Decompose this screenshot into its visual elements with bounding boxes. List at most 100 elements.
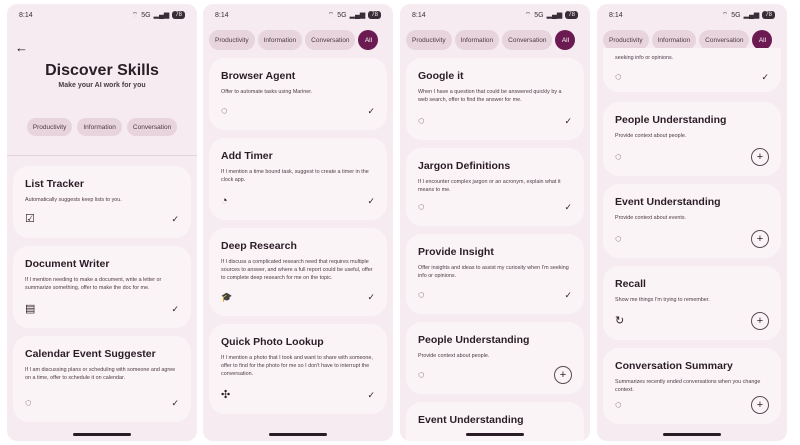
phone-screen-discover: 8:14 ⌔ 5G ▂▄▆ 78 ← Discover Skills Make … [7, 4, 197, 441]
chip-productivity[interactable]: Productivity [26, 118, 73, 136]
skill-card-add-timer[interactable]: Add Timer If I mention a time bound task… [209, 138, 387, 220]
chip-conversation[interactable]: Conversation [126, 118, 178, 136]
status-bar: 8:14 ⌔ 5G ▂▄▆ 78 [7, 4, 197, 26]
skill-card-event-understanding[interactable]: Event Understanding Provide context abou… [603, 184, 781, 258]
skill-card-people-understanding[interactable]: People Understanding Provide context abo… [603, 102, 781, 176]
assistant-icon: ◌ [615, 232, 622, 245]
chip-information[interactable]: Information [257, 30, 303, 50]
network-label: 5G [534, 11, 544, 19]
status-bar: 8:14 ⌔ 5G ▂▄▆ 78 [203, 4, 393, 26]
wifi-icon: ⌔ [721, 11, 729, 19]
skill-title: Quick Photo Lookup [221, 336, 324, 348]
skill-title: Conversation Summary [615, 360, 733, 372]
skill-card-conversation-summary[interactable]: Conversation Summary Summarizes recently… [603, 348, 781, 424]
chip-all[interactable]: All [555, 30, 576, 50]
skill-card-browser-agent[interactable]: Browser Agent Offer to automate tasks us… [209, 58, 387, 130]
network-label: 5G [731, 11, 741, 19]
add-icon[interactable]: + [751, 312, 769, 330]
skill-description: Provide context about people. [418, 353, 490, 359]
filter-chips: Productivity Information Conversation Al… [406, 29, 584, 51]
filter-chips: Productivity Information Conversation [7, 118, 197, 136]
skill-description: If I mention needing to make a document,… [25, 277, 162, 291]
home-indicator [73, 433, 131, 436]
chip-information[interactable]: Information [454, 30, 500, 50]
skill-card-calendar-event-suggester[interactable]: Calendar Event Suggester If I am discuss… [13, 336, 191, 422]
network-label: 5G [141, 11, 151, 19]
status-bar: 8:14 ⌔ 5G ▂▄▆ 78 [597, 4, 787, 26]
check-icon[interactable]: ✓ [367, 196, 375, 207]
check-icon[interactable]: ✓ [367, 292, 375, 303]
skill-description: When I have a question that could be ans… [418, 89, 562, 103]
signal-icon: ▂▄▆ [546, 12, 563, 19]
skill-card-document-writer[interactable]: Document Writer If I mention needing to … [13, 246, 191, 328]
skill-card-list-tracker[interactable]: List Tracker Automatically suggests keep… [13, 166, 191, 238]
status-bar: 8:14 ⌔ 5G ▂▄▆ 78 [400, 4, 590, 26]
battery-icon: 78 [172, 11, 185, 19]
skill-title: Browser Agent [221, 70, 296, 82]
check-icon[interactable]: ✓ [171, 304, 179, 315]
check-icon[interactable]: ✓ [761, 72, 769, 83]
assistant-icon: ◌ [221, 104, 228, 117]
assistant-icon: ◌ [418, 288, 425, 301]
skill-card-google-it[interactable]: Google it When I have a question that co… [406, 58, 584, 140]
chip-productivity[interactable]: Productivity [406, 30, 452, 50]
chip-conversation[interactable]: Conversation [502, 30, 553, 50]
assistant-icon: ◌ [418, 114, 425, 127]
signal-icon: ▂▄▆ [349, 12, 366, 19]
add-icon[interactable]: + [751, 148, 769, 166]
skill-description: Offer to automate tasks using Mariner. [221, 89, 313, 95]
filter-chips: Productivity Information Conversation Al… [209, 29, 387, 51]
skill-card-provide-insight-partial[interactable]: seeking info or opinions. ◌ ✓ [603, 48, 781, 92]
assistant-icon: ◌ [418, 200, 425, 213]
skill-description: Provide context about people. [615, 133, 687, 139]
skill-title: Deep Research [221, 240, 297, 252]
check-icon[interactable]: ✓ [564, 290, 572, 301]
skill-description: Automatically suggests keep lists to you… [25, 197, 122, 203]
skill-title: Event Understanding [418, 414, 524, 426]
skill-description: Provide context about events. [615, 215, 687, 221]
chip-productivity[interactable]: Productivity [209, 30, 255, 50]
check-icon[interactable]: ✓ [367, 106, 375, 117]
check-icon[interactable]: ✓ [367, 390, 375, 401]
assistant-icon: ◌ [615, 398, 622, 411]
signal-icon: ▂▄▆ [153, 12, 170, 19]
chip-productivity[interactable]: Productivity [603, 30, 649, 50]
phone-screen-all-skills-2: 8:14 ⌔ 5G ▂▄▆ 78 Productivity Informatio… [400, 4, 590, 441]
skill-card-jargon-definitions[interactable]: Jargon Definitions If I encounter comple… [406, 148, 584, 226]
chip-all[interactable]: All [752, 30, 773, 50]
add-icon[interactable]: + [751, 230, 769, 248]
divider [7, 155, 197, 156]
check-icon[interactable]: ✓ [171, 214, 179, 225]
chip-conversation[interactable]: Conversation [699, 30, 750, 50]
skill-title: Add Timer [221, 150, 273, 162]
check-icon[interactable]: ✓ [564, 116, 572, 127]
wifi-icon: ⌔ [131, 11, 139, 19]
chip-information[interactable]: Information [77, 118, 122, 136]
add-icon[interactable]: + [554, 366, 572, 384]
add-icon[interactable]: + [751, 396, 769, 414]
skill-description: Show me things I'm trying to remember. [615, 297, 710, 303]
checklist-icon: ☑ [25, 212, 35, 225]
battery-icon: 78 [565, 11, 578, 19]
skill-card-deep-research[interactable]: Deep Research If I discuss a complicated… [209, 228, 387, 316]
skill-title: People Understanding [418, 334, 530, 346]
skill-description: If I am discussing plans or scheduling w… [25, 367, 176, 381]
check-icon[interactable]: ✓ [171, 398, 179, 409]
skill-title: Event Understanding [615, 196, 721, 208]
assistant-icon: ◌ [25, 396, 32, 409]
skill-description: Summarizes recently ended conversations … [615, 379, 761, 393]
skill-card-quick-photo-lookup[interactable]: Quick Photo Lookup If I mention a photo … [209, 324, 387, 414]
page-title: Discover Skills [45, 62, 159, 79]
skill-card-provide-insight[interactable]: Provide Insight Offer insights and ideas… [406, 234, 584, 314]
skill-description: Offer insights and ideas to assist my cu… [418, 265, 569, 279]
chip-information[interactable]: Information [651, 30, 697, 50]
skill-card-recall[interactable]: Recall Show me things I'm trying to reme… [603, 266, 781, 340]
chip-all[interactable]: All [358, 30, 379, 50]
status-time: 8:14 [609, 11, 623, 19]
phone-screen-all-skills-1: 8:14 ⌔ 5G ▂▄▆ 78 Productivity Informatio… [203, 4, 393, 441]
skill-card-people-understanding[interactable]: People Understanding Provide context abo… [406, 322, 584, 394]
back-arrow-icon[interactable]: ← [15, 40, 28, 55]
check-icon[interactable]: ✓ [564, 202, 572, 213]
chip-conversation[interactable]: Conversation [305, 30, 356, 50]
skill-description: If I encounter complex jargon or an acro… [418, 179, 561, 193]
